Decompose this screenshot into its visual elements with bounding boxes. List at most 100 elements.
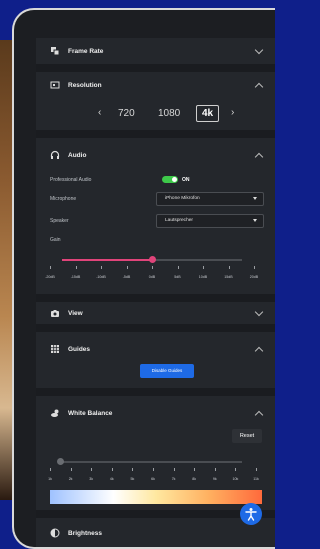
- camera-icon: [50, 308, 60, 318]
- white-balance-tick: [153, 468, 154, 471]
- white-balance-tick-label: 9k: [212, 477, 217, 481]
- gain-tick-label: 5dB: [174, 275, 181, 279]
- divider: [36, 64, 275, 72]
- section-guides-header[interactable]: Guides: [50, 340, 90, 358]
- gain-tick: [152, 266, 153, 269]
- white-balance-tick: [111, 468, 113, 471]
- white-balance-tick: [235, 468, 237, 471]
- gain-tick-label: 10dB: [198, 275, 208, 279]
- white-balance-tick: [70, 468, 72, 471]
- film-icon: [50, 46, 60, 56]
- grid-icon: [50, 344, 60, 354]
- white-balance-tick: [173, 468, 175, 471]
- microphone-select[interactable]: iPhone Mikrofon: [156, 192, 264, 206]
- section-audio-header[interactable]: Audio: [50, 146, 86, 164]
- gain-tick: [50, 266, 51, 269]
- professional-audio-toggle[interactable]: [162, 176, 178, 183]
- microphone-label: Microphone: [50, 196, 77, 202]
- section-view-title: View: [68, 309, 83, 317]
- device-frame: Frame Rate Resolution ‹ 720 1080 4k › Au…: [12, 8, 275, 549]
- gain-slider-fill: [62, 259, 152, 261]
- white-balance-tick-label: 6k: [151, 477, 155, 481]
- divider: [36, 388, 275, 396]
- divider: [36, 130, 275, 138]
- white-balance-tick-label: 8k: [192, 477, 197, 481]
- white-balance-tick-label: 7k: [171, 477, 176, 481]
- section-resolution: Resolution ‹ 720 1080 4k ›: [36, 72, 275, 130]
- accessibility-button[interactable]: [240, 503, 262, 525]
- reset-button[interactable]: Reset: [232, 429, 262, 443]
- headphones-icon: [50, 150, 60, 160]
- chevron-down-icon[interactable]: [254, 45, 264, 55]
- chevron-up-icon[interactable]: [254, 346, 264, 356]
- gain-tick-label: -5dB: [122, 275, 131, 279]
- section-frame-rate-header[interactable]: Frame Rate: [50, 42, 103, 60]
- screen-icon: [50, 80, 60, 90]
- gain-tick: [101, 266, 102, 269]
- cloud-sun-icon: [50, 408, 60, 418]
- section-view[interactable]: View: [36, 302, 275, 324]
- white-balance-tick: [50, 468, 51, 471]
- section-view-header[interactable]: View: [50, 304, 83, 322]
- white-balance-tick: [132, 468, 134, 471]
- gain-tick: [254, 266, 255, 269]
- speaker-select[interactable]: Lautsprecher: [156, 214, 264, 228]
- section-white-balance: White Balance Reset 1k 2k 3k 4k 5k 6k 7k 8k 9k 10…: [36, 396, 275, 510]
- white-balance-tick-label: 4k: [109, 477, 114, 481]
- white-balance-tick-label: 2k: [68, 477, 73, 481]
- section-resolution-header[interactable]: Resolution: [50, 76, 102, 94]
- settings-panel: Frame Rate Resolution ‹ 720 1080 4k › Au…: [36, 10, 275, 547]
- divider: [36, 294, 275, 302]
- dropdown-arrow-icon: [253, 219, 257, 222]
- section-frame-rate-title: Frame Rate: [68, 47, 104, 55]
- resolution-option-4k[interactable]: 4k: [196, 105, 220, 122]
- white-balance-slider-track[interactable]: [60, 461, 242, 463]
- resolution-option-1080[interactable]: 1080: [158, 108, 180, 119]
- white-balance-tick-label: 11k: [253, 477, 259, 481]
- section-audio-title: Audio: [68, 151, 87, 159]
- gain-tick: [75, 266, 77, 269]
- resolution-option-720[interactable]: 720: [118, 108, 135, 119]
- gain-tick: [177, 266, 179, 269]
- gain-tick: [203, 266, 204, 269]
- resolution-next-arrow[interactable]: ›: [231, 107, 234, 118]
- resolution-prev-arrow[interactable]: ‹: [98, 107, 101, 118]
- section-frame-rate[interactable]: Frame Rate: [36, 38, 275, 64]
- chevron-up-icon[interactable]: [254, 152, 264, 162]
- white-balance-tick: [91, 468, 93, 471]
- white-balance-tick: [214, 468, 216, 471]
- white-balance-tick-label: 3k: [89, 477, 94, 481]
- gain-tick-label: 15dB: [224, 275, 233, 279]
- gain-tick-label: -15dB: [70, 275, 81, 279]
- white-balance-slider-knob[interactable]: [57, 458, 64, 465]
- disable-guides-button[interactable]: Disable Guides: [140, 364, 194, 378]
- white-balance-tick-label: 1k: [48, 477, 52, 481]
- dropdown-arrow-icon: [253, 197, 257, 200]
- white-balance-color-bar: [50, 490, 262, 504]
- white-balance-tick-label: 5k: [130, 477, 135, 481]
- gain-slider-knob[interactable]: [149, 256, 156, 263]
- section-audio: Audio Professional Audio ON Microphone i…: [36, 138, 275, 294]
- white-balance-tick: [256, 468, 257, 471]
- gain-tick-label: 0dB: [148, 275, 156, 279]
- section-guides: Guides Disable Guides: [36, 332, 275, 388]
- section-white-balance-title: White Balance: [68, 409, 113, 417]
- gain-label: Gain: [50, 237, 61, 243]
- section-brightness-header[interactable]: Brightness: [50, 524, 102, 542]
- speaker-label: Speaker: [50, 218, 69, 224]
- contrast-icon: [50, 528, 60, 538]
- section-brightness-title: Brightness: [68, 529, 102, 537]
- speaker-select-value: Lautsprecher: [165, 218, 193, 223]
- section-white-balance-header[interactable]: White Balance: [50, 404, 112, 422]
- section-brightness[interactable]: Brightness: [36, 518, 275, 547]
- chevron-up-icon[interactable]: [254, 82, 264, 92]
- chevron-down-icon[interactable]: [254, 307, 264, 317]
- gain-tick-label: -20dB: [45, 275, 55, 279]
- accessibility-icon: [245, 508, 257, 521]
- gain-tick-label: -10dB: [96, 275, 106, 279]
- chevron-up-icon[interactable]: [254, 410, 264, 420]
- gain-tick: [228, 266, 230, 269]
- microphone-select-value: iPhone Mikrofon: [165, 196, 200, 201]
- gain-tick: [126, 266, 128, 269]
- professional-audio-label: Professional Audio: [50, 177, 92, 183]
